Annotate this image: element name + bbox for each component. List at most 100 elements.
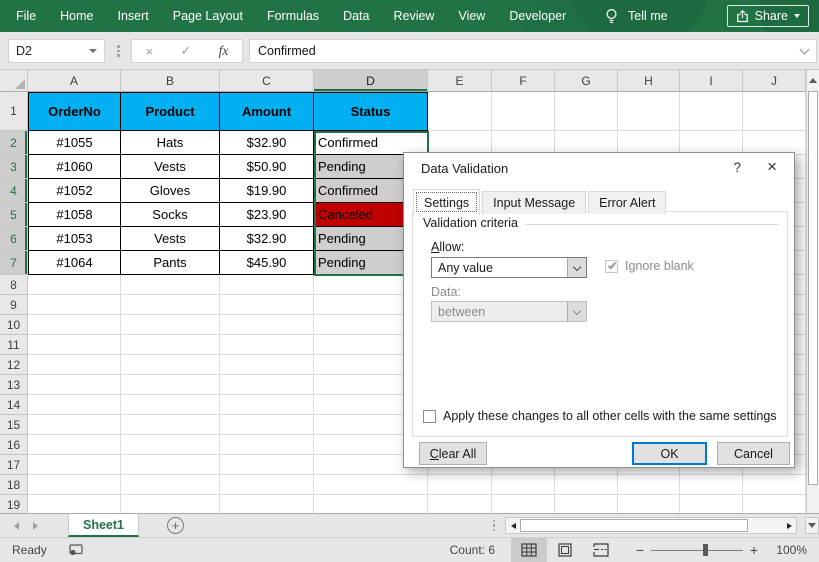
dialog-titlebar[interactable]: Data Validation ? × <box>404 153 794 183</box>
cell-c17[interactable] <box>220 455 314 475</box>
help-icon[interactable]: ? <box>733 160 741 175</box>
cell-c18[interactable] <box>220 475 314 495</box>
cell-a6[interactable]: #1053 <box>28 227 121 251</box>
cell-c11[interactable] <box>220 335 314 355</box>
share-button[interactable]: Share <box>726 5 809 27</box>
cell-h18[interactable] <box>618 475 680 495</box>
cell-c3[interactable]: $50.90 <box>220 155 314 179</box>
cell-c14[interactable] <box>220 395 314 415</box>
scroll-left-icon[interactable] <box>506 518 520 533</box>
row-header-7[interactable]: 7 <box>0 251 28 275</box>
cell-a14[interactable] <box>28 395 121 415</box>
close-icon[interactable]: × <box>767 157 777 177</box>
cell-c8[interactable] <box>220 275 314 295</box>
cell-e19[interactable] <box>428 495 492 513</box>
vertical-scrollbar-thumb[interactable] <box>808 91 818 485</box>
cell-c6[interactable]: $32.90 <box>220 227 314 251</box>
horizontal-scrollbar[interactable] <box>505 517 797 534</box>
column-header-h[interactable]: H <box>618 70 680 92</box>
row-header-15[interactable]: 15 <box>0 415 28 435</box>
vertical-scrollbar[interactable] <box>806 70 819 513</box>
sheet-tab-sheet1[interactable]: Sheet1 <box>68 514 139 537</box>
zoom-level[interactable]: 100% <box>761 543 807 557</box>
cell-d19[interactable] <box>314 495 428 513</box>
column-header-c[interactable]: C <box>220 70 314 92</box>
cell-b7[interactable]: Pants <box>121 251 220 275</box>
insert-function-icon[interactable]: fx <box>219 43 229 59</box>
apply-all-checkbox[interactable]: Apply these changes to all other cells w… <box>423 409 777 423</box>
cell-j18[interactable] <box>743 475 806 495</box>
cell-b2[interactable]: Hats <box>121 131 220 155</box>
column-header-b[interactable]: B <box>121 70 220 92</box>
select-all-button[interactable] <box>0 70 28 92</box>
row-header-6[interactable]: 6 <box>0 227 28 251</box>
splitter-dots[interactable] <box>492 519 495 532</box>
sheet-nav-left-icon[interactable] <box>14 521 19 530</box>
cell-c15[interactable] <box>220 415 314 435</box>
scroll-down-icon[interactable] <box>805 517 819 534</box>
row-header-4[interactable]: 4 <box>0 179 28 203</box>
cell-h19[interactable] <box>618 495 680 513</box>
cell-f1[interactable] <box>492 92 555 131</box>
column-header-j[interactable]: J <box>743 70 806 92</box>
cell-c13[interactable] <box>220 375 314 395</box>
new-sheet-button[interactable]: + <box>167 517 184 534</box>
row-header-9[interactable]: 9 <box>0 295 28 315</box>
cell-b12[interactable] <box>121 355 220 375</box>
ribbon-tab-insert[interactable]: Insert <box>106 0 161 32</box>
cell-a5[interactable]: #1058 <box>28 203 121 227</box>
row-header-11[interactable]: 11 <box>0 335 28 355</box>
cell-h1[interactable] <box>618 92 680 131</box>
horizontal-scrollbar-thumb[interactable] <box>520 519 748 532</box>
cell-c19[interactable] <box>220 495 314 513</box>
cell-b13[interactable] <box>121 375 220 395</box>
row-header-14[interactable]: 14 <box>0 395 28 415</box>
cell-e1[interactable] <box>428 92 492 131</box>
formula-bar-expand-icon[interactable] <box>799 44 810 54</box>
cell-f18[interactable] <box>492 475 555 495</box>
tab-settings[interactable]: Settings <box>413 189 481 215</box>
ribbon-tab-home[interactable]: Home <box>48 0 105 32</box>
ribbon-tab-view[interactable]: View <box>446 0 497 32</box>
cell-i18[interactable] <box>680 475 743 495</box>
column-header-e[interactable]: E <box>428 70 492 92</box>
tell-me-button[interactable]: Tell me <box>604 0 668 32</box>
ribbon-tab-formulas[interactable]: Formulas <box>255 0 331 32</box>
normal-view-button[interactable] <box>511 538 547 562</box>
cell-i1[interactable] <box>680 92 743 131</box>
zoom-slider-thumb[interactable] <box>703 544 708 556</box>
ribbon-tab-file[interactable]: File <box>4 0 48 32</box>
cell-a1[interactable]: OrderNo <box>28 92 121 131</box>
cell-a7[interactable]: #1064 <box>28 251 121 275</box>
clear-all-button[interactable]: Clear All <box>419 442 487 465</box>
chevron-down-icon[interactable] <box>89 49 97 53</box>
cell-a17[interactable] <box>28 455 121 475</box>
cell-a10[interactable] <box>28 315 121 335</box>
cell-b5[interactable]: Socks <box>121 203 220 227</box>
cell-b6[interactable]: Vests <box>121 227 220 251</box>
zoom-in-button[interactable]: + <box>747 542 761 558</box>
cell-a12[interactable] <box>28 355 121 375</box>
cell-b17[interactable] <box>121 455 220 475</box>
cell-a3[interactable]: #1060 <box>28 155 121 179</box>
row-header-12[interactable]: 12 <box>0 355 28 375</box>
column-header-f[interactable]: F <box>492 70 555 92</box>
row-header-3[interactable]: 3 <box>0 155 28 179</box>
cell-j19[interactable] <box>743 495 806 513</box>
row-header-2[interactable]: 2 <box>0 131 28 155</box>
ok-button[interactable]: OK <box>632 442 707 465</box>
scroll-right-icon[interactable] <box>782 518 796 533</box>
sheet-nav-right-icon[interactable] <box>33 521 38 530</box>
cell-a2[interactable]: #1055 <box>28 131 121 155</box>
ribbon-tab-data[interactable]: Data <box>331 0 381 32</box>
cell-b19[interactable] <box>121 495 220 513</box>
cell-a16[interactable] <box>28 435 121 455</box>
cell-a4[interactable]: #1052 <box>28 179 121 203</box>
cell-j1[interactable] <box>743 92 806 131</box>
cell-a18[interactable] <box>28 475 121 495</box>
cell-b11[interactable] <box>121 335 220 355</box>
column-header-d[interactable]: D <box>314 70 428 92</box>
chevron-down-icon[interactable] <box>567 258 586 277</box>
cancel-button[interactable]: Cancel <box>717 442 790 465</box>
zoom-out-button[interactable]: − <box>633 542 647 558</box>
